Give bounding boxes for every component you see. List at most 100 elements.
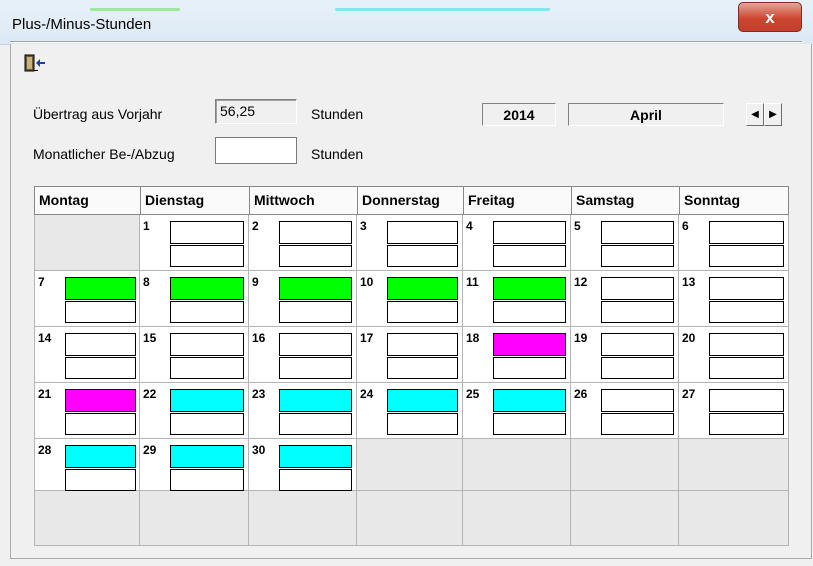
day-note-field[interactable] xyxy=(279,301,352,323)
day-hours-field[interactable] xyxy=(170,389,244,412)
day-note-field[interactable] xyxy=(279,469,352,491)
day-hours-field[interactable] xyxy=(279,277,352,300)
day-note-field[interactable] xyxy=(170,301,244,323)
day-cell[interactable]: 18 xyxy=(463,327,571,383)
day-note-field[interactable] xyxy=(387,357,458,379)
day-note-field[interactable] xyxy=(170,245,244,267)
day-note-field[interactable] xyxy=(601,301,674,323)
day-note-field[interactable] xyxy=(279,357,352,379)
day-note-field[interactable] xyxy=(65,413,136,435)
next-month-button[interactable]: ▶ xyxy=(764,103,782,126)
day-cell[interactable]: 28 xyxy=(34,439,140,491)
day-cell[interactable]: 15 xyxy=(140,327,249,383)
day-hours-field[interactable] xyxy=(709,389,784,412)
day-note-field[interactable] xyxy=(493,413,566,435)
month-display: April xyxy=(568,103,724,126)
day-hours-field[interactable] xyxy=(601,277,674,300)
day-hours-field[interactable] xyxy=(170,277,244,300)
close-button[interactable]: x xyxy=(738,2,802,32)
day-note-field[interactable] xyxy=(279,245,352,267)
day-hours-field[interactable] xyxy=(170,221,244,244)
day-hours-field[interactable] xyxy=(709,333,784,356)
day-hours-field[interactable] xyxy=(387,389,458,412)
day-cell[interactable]: 7 xyxy=(34,271,140,327)
day-cell[interactable]: 12 xyxy=(571,271,679,327)
day-note-field[interactable] xyxy=(65,357,136,379)
day-cell[interactable]: 6 xyxy=(679,215,789,271)
day-cell[interactable]: 22 xyxy=(140,383,249,439)
day-note-field[interactable] xyxy=(65,301,136,323)
day-note-field[interactable] xyxy=(709,357,784,379)
day-note-field[interactable] xyxy=(279,413,352,435)
day-hours-field[interactable] xyxy=(387,221,458,244)
exit-door-icon[interactable] xyxy=(24,54,46,72)
day-cell[interactable]: 13 xyxy=(679,271,789,327)
monthly-label: Monatlicher Be-/Abzug xyxy=(33,146,175,162)
day-cell[interactable]: 17 xyxy=(357,327,463,383)
day-hours-field[interactable] xyxy=(65,277,136,300)
day-note-field[interactable] xyxy=(709,245,784,267)
day-hours-field[interactable] xyxy=(601,221,674,244)
day-cell[interactable]: 8 xyxy=(140,271,249,327)
day-cell[interactable]: 26 xyxy=(571,383,679,439)
day-note-field[interactable] xyxy=(493,301,566,323)
day-cell[interactable]: 9 xyxy=(249,271,357,327)
day-hours-field[interactable] xyxy=(493,389,566,412)
day-hours-field[interactable] xyxy=(387,277,458,300)
day-hours-field[interactable] xyxy=(65,389,136,412)
day-note-field[interactable] xyxy=(170,413,244,435)
day-note-field[interactable] xyxy=(387,413,458,435)
day-cell[interactable]: 27 xyxy=(679,383,789,439)
day-hours-field[interactable] xyxy=(170,445,244,468)
day-note-field[interactable] xyxy=(170,469,244,491)
day-cell[interactable]: 20 xyxy=(679,327,789,383)
day-hours-field[interactable] xyxy=(279,389,352,412)
day-hours-field[interactable] xyxy=(279,445,352,468)
day-cell[interactable]: 21 xyxy=(34,383,140,439)
day-hours-field[interactable] xyxy=(279,221,352,244)
day-note-field[interactable] xyxy=(387,301,458,323)
day-hours-field[interactable] xyxy=(65,445,136,468)
day-hours-field[interactable] xyxy=(601,333,674,356)
day-note-field[interactable] xyxy=(709,301,784,323)
day-cell[interactable]: 10 xyxy=(357,271,463,327)
day-hours-field[interactable] xyxy=(493,333,566,356)
day-note-field[interactable] xyxy=(65,469,136,491)
day-cell[interactable]: 5 xyxy=(571,215,679,271)
day-cell[interactable]: 16 xyxy=(249,327,357,383)
monthly-adjustment-input[interactable] xyxy=(215,137,297,164)
day-cell[interactable]: 2 xyxy=(249,215,357,271)
day-hours-field[interactable] xyxy=(493,221,566,244)
day-hours-field[interactable] xyxy=(387,333,458,356)
day-hours-field[interactable] xyxy=(601,389,674,412)
day-hours-field[interactable] xyxy=(279,333,352,356)
day-number: 15 xyxy=(143,331,157,345)
day-cell[interactable]: 14 xyxy=(34,327,140,383)
day-note-field[interactable] xyxy=(601,413,674,435)
day-cell[interactable]: 23 xyxy=(249,383,357,439)
day-hours-field[interactable] xyxy=(709,221,784,244)
title-bar[interactable]: Plus-/Minus-Stunden x xyxy=(0,0,813,45)
day-hours-field[interactable] xyxy=(170,333,244,356)
day-note-field[interactable] xyxy=(387,245,458,267)
day-cell[interactable]: 25 xyxy=(463,383,571,439)
day-note-field[interactable] xyxy=(493,357,566,379)
day-note-field[interactable] xyxy=(601,357,674,379)
day-note-field[interactable] xyxy=(170,357,244,379)
day-cell[interactable]: 4 xyxy=(463,215,571,271)
day-hours-field[interactable] xyxy=(709,277,784,300)
day-note-field[interactable] xyxy=(493,245,566,267)
prev-month-button[interactable]: ◀ xyxy=(746,103,764,126)
day-note-field[interactable] xyxy=(709,413,784,435)
day-number: 13 xyxy=(682,275,696,289)
day-hours-field[interactable] xyxy=(493,277,566,300)
day-hours-field[interactable] xyxy=(65,333,136,356)
day-cell[interactable]: 24 xyxy=(357,383,463,439)
day-cell[interactable]: 30 xyxy=(249,439,357,491)
day-cell[interactable]: 3 xyxy=(357,215,463,271)
day-cell[interactable]: 1 xyxy=(140,215,249,271)
day-cell[interactable]: 11 xyxy=(463,271,571,327)
day-note-field[interactable] xyxy=(601,245,674,267)
day-cell[interactable]: 29 xyxy=(140,439,249,491)
day-cell[interactable]: 19 xyxy=(571,327,679,383)
